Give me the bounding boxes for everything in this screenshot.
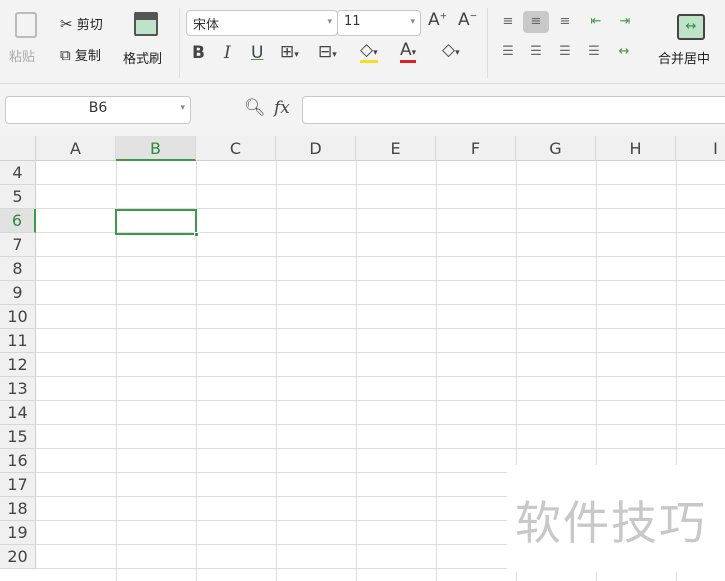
formula-input[interactable] (302, 96, 725, 124)
column-header-F[interactable]: F (436, 136, 516, 161)
font-color-icon[interactable]: A▾ (400, 40, 417, 63)
row-header-5[interactable]: 5 (0, 185, 36, 209)
grid-line (436, 161, 437, 581)
row-header-20[interactable]: 20 (0, 545, 36, 569)
grid-line (36, 352, 725, 353)
grid-line (356, 161, 357, 581)
align-bottom-icon[interactable]: ≡ (553, 11, 577, 33)
row-header-16[interactable]: 16 (0, 449, 36, 473)
cell-style-icon[interactable]: ⊟▾ (318, 42, 337, 62)
row-header-12[interactable]: 12 (0, 353, 36, 377)
copy-icon: ⧉ (60, 46, 71, 64)
ribbon: 粘贴 ✂ 剪切 ⧉ 复制 格式刷 宋体 ▾ 11 ▾ A+ A− B I U ⊞▾ … (0, 0, 725, 84)
eraser-icon[interactable]: ◇▾ (442, 40, 460, 60)
grid-line (36, 328, 725, 329)
grid-line (36, 304, 725, 305)
fx-button[interactable]: fx (274, 98, 290, 118)
column-header-C[interactable]: C (196, 136, 276, 161)
row-header-6[interactable]: 6 (0, 209, 36, 233)
chevron-down-icon: ▾ (410, 17, 415, 27)
brush-icon (134, 12, 158, 36)
column-header-I[interactable]: I (676, 136, 725, 161)
align-left-icon[interactable]: ☰ (496, 41, 520, 63)
cut-button[interactable]: ✂ 剪切 (60, 14, 103, 33)
grid-line (36, 280, 725, 281)
bold-button[interactable]: B (192, 43, 205, 63)
distributed-icon[interactable]: ↔ (612, 41, 636, 63)
grid-line (276, 161, 277, 581)
font-name-select[interactable]: 宋体 ▾ (186, 10, 338, 36)
format-painter-label: 格式刷 (123, 52, 163, 67)
align-center-icon[interactable]: ☰ (524, 41, 548, 63)
decrease-indent-icon[interactable]: ⇤ (584, 11, 608, 33)
copy-button[interactable]: ⧉ 复制 (60, 45, 101, 64)
row-header-17[interactable]: 17 (0, 473, 36, 497)
copy-label: 复制 (74, 49, 101, 64)
grid-line (36, 424, 725, 425)
row-header-15[interactable]: 15 (0, 425, 36, 449)
grid-line (36, 448, 725, 449)
chevron-down-icon: ▾ (180, 103, 185, 113)
scissors-icon: ✂ (60, 15, 73, 33)
row-header-14[interactable]: 14 (0, 401, 36, 425)
column-header-B[interactable]: B (116, 136, 196, 161)
chevron-down-icon: ▾ (327, 17, 332, 27)
align-middle-icon[interactable]: ≡ (523, 11, 549, 33)
decrease-font-icon[interactable]: A− (458, 10, 477, 30)
increase-font-icon[interactable]: A+ (428, 10, 447, 30)
watermark-text: 软件技巧 (515, 496, 707, 550)
justify-icon[interactable]: ☰ (582, 41, 606, 63)
underline-button[interactable]: U (251, 43, 263, 63)
row-header-18[interactable]: 18 (0, 497, 36, 521)
align-top-icon[interactable]: ≡ (496, 11, 520, 33)
row-header-10[interactable]: 10 (0, 305, 36, 329)
paste-button[interactable]: 粘贴 (6, 10, 46, 70)
font-size-value: 11 (344, 14, 361, 29)
grid-line (36, 256, 725, 257)
grid-line (36, 184, 725, 185)
row-header-9[interactable]: 9 (0, 281, 36, 305)
selected-cell-b6[interactable] (115, 209, 197, 235)
grid-line (36, 376, 725, 377)
row-header-8[interactable]: 8 (0, 257, 36, 281)
column-header-A[interactable]: A (36, 136, 116, 161)
watermark: 软件技巧 (507, 465, 725, 572)
row-header-13[interactable]: 13 (0, 377, 36, 401)
row-header-7[interactable]: 7 (0, 233, 36, 257)
align-right-icon[interactable]: ☰ (553, 41, 577, 63)
row-header-11[interactable]: 11 (0, 329, 36, 353)
name-box[interactable]: B6 ▾ (5, 96, 191, 124)
format-painter-button[interactable]: 格式刷 (122, 10, 170, 70)
column-header-E[interactable]: E (356, 136, 436, 161)
zoom-search-icon[interactable]: 🔍︎ (244, 98, 266, 118)
cut-label: 剪切 (76, 18, 103, 33)
row-header-4[interactable]: 4 (0, 161, 36, 185)
column-header-G[interactable]: G (516, 136, 596, 161)
fill-color-icon[interactable]: ◇▾ (360, 40, 378, 63)
font-name-value: 宋体 (193, 18, 220, 33)
font-size-select[interactable]: 11 ▾ (337, 10, 421, 36)
grid-line (36, 400, 725, 401)
row-header-19[interactable]: 19 (0, 521, 36, 545)
border-icon[interactable]: ⊞▾ (280, 42, 299, 62)
merge-center-label: 合并居中 (658, 52, 711, 67)
increase-indent-icon[interactable]: ⇥ (613, 11, 637, 33)
merge-center-button[interactable]: ↔ 合并居中 (655, 12, 725, 72)
formula-bar: B6 ▾ 🔍︎ fx (0, 84, 725, 136)
merge-icon: ↔ (677, 14, 705, 40)
paste-label: 粘贴 (9, 50, 36, 65)
fill-handle[interactable] (194, 232, 199, 237)
column-header-D[interactable]: D (276, 136, 356, 161)
name-box-value: B6 (88, 100, 108, 116)
clipboard-icon (15, 12, 37, 38)
select-all-corner[interactable] (0, 136, 36, 161)
column-header-H[interactable]: H (596, 136, 676, 161)
italic-button[interactable]: I (224, 43, 231, 63)
